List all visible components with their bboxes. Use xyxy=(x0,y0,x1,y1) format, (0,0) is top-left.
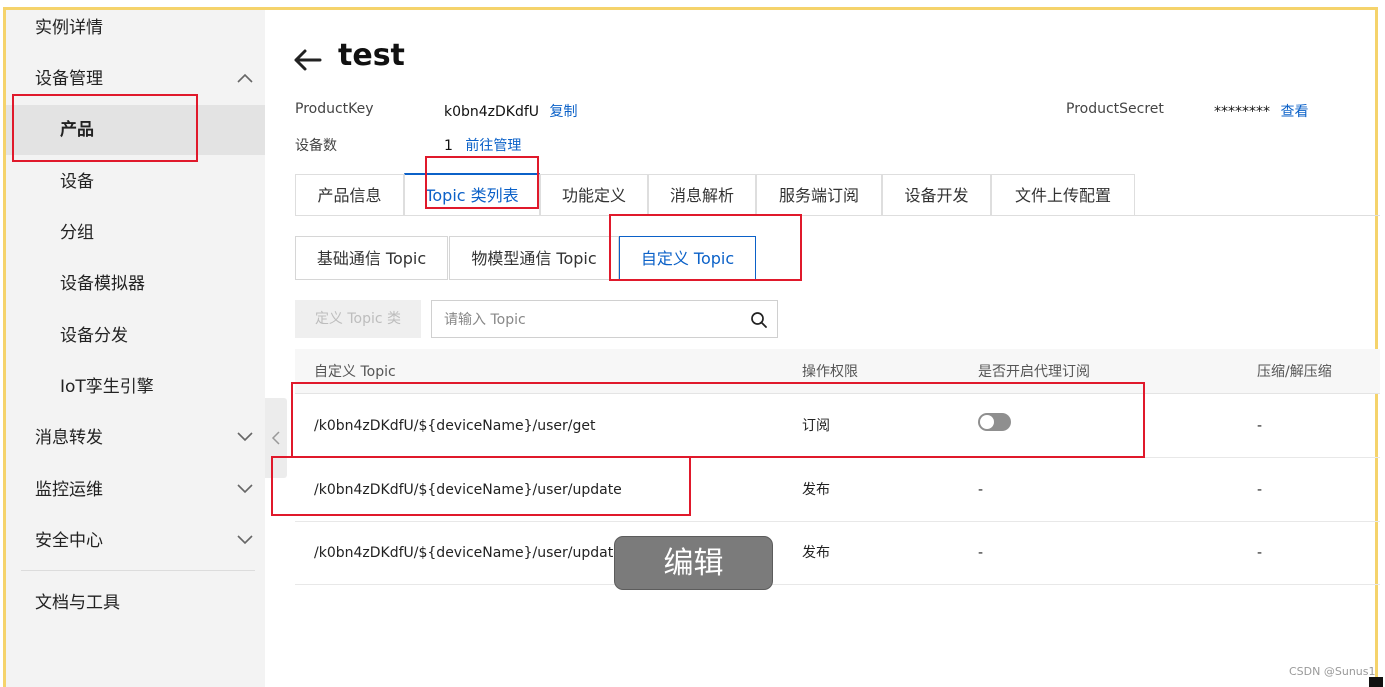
sidebar-item-monitoring[interactable]: 监控运维 xyxy=(6,465,265,515)
topic-search-box xyxy=(431,300,778,338)
tab-function-definition[interactable]: 功能定义 xyxy=(540,174,648,215)
product-secret-masked: ******** xyxy=(1214,104,1270,120)
topic-table-header: 自定义 Topic 操作权限 是否开启代理订阅 压缩/解压缩 xyxy=(295,349,1380,394)
subtab-basic-topic[interactable]: 基础通信 Topic xyxy=(295,236,448,280)
sidebar-item-label: 设备管理 xyxy=(35,69,103,89)
sidebar-item-label: IoT孪生引擎 xyxy=(60,377,154,397)
table-row: /k0bn4zDKdfU/${deviceName}/user/update/e… xyxy=(295,521,1380,585)
proxy-subscribe-cell: - xyxy=(978,482,984,498)
permission-cell: 订阅 xyxy=(802,418,830,434)
topic-cell: /k0bn4zDKdfU/${deviceName}/user/get xyxy=(314,418,596,434)
sidebar-item-group[interactable]: 分组 xyxy=(6,208,265,258)
sidebar-item-label: 设备 xyxy=(60,172,94,192)
sidebar-item-label: 安全中心 xyxy=(35,531,103,551)
product-secret-value: ******** 查看 xyxy=(1214,101,1308,121)
topic-search-input[interactable] xyxy=(442,309,736,331)
define-topic-class-button[interactable]: 定义 Topic 类 xyxy=(295,300,421,338)
tab-device-development[interactable]: 设备开发 xyxy=(882,174,991,215)
subtab-custom-topic[interactable]: 自定义 Topic xyxy=(619,236,756,280)
tab-server-subscription[interactable]: 服务端订阅 xyxy=(756,174,882,215)
permission-cell: 发布 xyxy=(802,545,830,561)
permission-cell: 发布 xyxy=(802,482,830,498)
column-header-permission[interactable]: 操作权限 xyxy=(802,349,858,395)
subtab-thing-model-topic[interactable]: 物模型通信 Topic xyxy=(449,236,619,280)
sidebar-item-label: 监控运维 xyxy=(35,480,103,500)
watermark: CSDN @Sunus1 xyxy=(1289,665,1376,678)
proxy-subscribe-toggle[interactable] xyxy=(978,413,1011,431)
sidebar-item-label: 设备分发 xyxy=(60,326,128,346)
sidebar-item-device[interactable]: 设备 xyxy=(6,157,265,207)
product-secret-label: ProductSecret xyxy=(1066,101,1164,117)
tab-product-info[interactable]: 产品信息 xyxy=(295,174,404,215)
device-count-text: 1 xyxy=(444,138,453,154)
table-row: /k0bn4zDKdfU/${deviceName}/user/update 发… xyxy=(295,458,1380,522)
sidebar-item-label: 分组 xyxy=(60,223,94,243)
sidebar-item-instance-detail[interactable]: 实例详情 xyxy=(6,3,265,53)
topic-cell: /k0bn4zDKdfU/${deviceName}/user/update xyxy=(314,482,622,498)
proxy-subscribe-cell: - xyxy=(978,545,984,561)
product-key-value: k0bn4zDKdfU 复制 xyxy=(444,101,578,121)
sidebar-item-device-distribution[interactable]: 设备分发 xyxy=(6,311,265,361)
sidebar-item-docs-tools[interactable]: 文档与工具 xyxy=(6,578,265,628)
table-row: /k0bn4zDKdfU/${deviceName}/user/get 订阅 - xyxy=(295,394,1380,458)
sidebar-item-iot-twin-engine[interactable]: IoT孪生引擎 xyxy=(6,362,265,412)
column-header-compression: 压缩/解压缩 xyxy=(1257,364,1332,380)
manage-link[interactable]: 前往管理 xyxy=(465,138,521,154)
tab-message-parsing[interactable]: 消息解析 xyxy=(648,174,756,215)
sidebar-item-label: 产品 xyxy=(60,120,94,140)
device-count-value: 1 前往管理 xyxy=(444,135,521,155)
compression-cell: - xyxy=(1257,482,1263,498)
toggle-knob xyxy=(980,415,994,429)
chevron-down-icon xyxy=(237,413,253,463)
search-icon[interactable] xyxy=(750,311,768,329)
chevron-down-icon xyxy=(237,516,253,566)
product-key-label: ProductKey xyxy=(295,101,374,117)
compression-cell: - xyxy=(1257,418,1263,434)
sidebar-item-message-forwarding[interactable]: 消息转发 xyxy=(6,413,265,463)
corner-mark xyxy=(1369,677,1383,687)
sidebar-item-label: 消息转发 xyxy=(35,428,103,448)
tab-topic-list[interactable]: Topic 类列表 xyxy=(404,173,540,215)
sidebar-item-label: 设备模拟器 xyxy=(60,274,145,294)
column-header-proxy-subscribe: 是否开启代理订阅 xyxy=(978,364,1090,380)
product-key-text: k0bn4zDKdfU xyxy=(444,104,540,120)
device-count-label: 设备数 xyxy=(295,138,337,154)
sidebar-item-device-management[interactable]: 设备管理 xyxy=(6,54,265,104)
compression-cell: - xyxy=(1257,545,1263,561)
tab-file-upload-config[interactable]: 文件上传配置 xyxy=(991,174,1135,215)
sidebar-collapse-handle[interactable] xyxy=(265,398,287,478)
sidebar-item-device-simulator[interactable]: 设备模拟器 xyxy=(6,259,265,309)
sidebar-item-label: 文档与工具 xyxy=(35,593,120,613)
chevron-down-icon xyxy=(237,465,253,515)
sidebar-item-security-center[interactable]: 安全中心 xyxy=(6,516,265,566)
view-secret-link[interactable]: 查看 xyxy=(1280,104,1308,120)
sidebar-item-product[interactable]: 产品 xyxy=(6,105,265,155)
edit-tooltip: 编辑 xyxy=(614,536,773,590)
chevron-up-icon xyxy=(237,54,253,104)
chevron-left-icon xyxy=(271,431,280,445)
sidebar: 实例详情 设备管理 产品 设备 分组 设备模拟器 设备分发 IoT孪生引擎 消息… xyxy=(6,10,265,687)
back-arrow-icon[interactable] xyxy=(293,47,323,73)
sidebar-divider xyxy=(21,570,255,571)
copy-link[interactable]: 复制 xyxy=(550,104,578,120)
column-header-topic: 自定义 Topic xyxy=(314,364,396,380)
page-title: test xyxy=(338,38,405,73)
topic-cell: /k0bn4zDKdfU/${deviceName}/user/update/e… xyxy=(314,545,661,561)
sidebar-item-label: 实例详情 xyxy=(35,18,103,38)
